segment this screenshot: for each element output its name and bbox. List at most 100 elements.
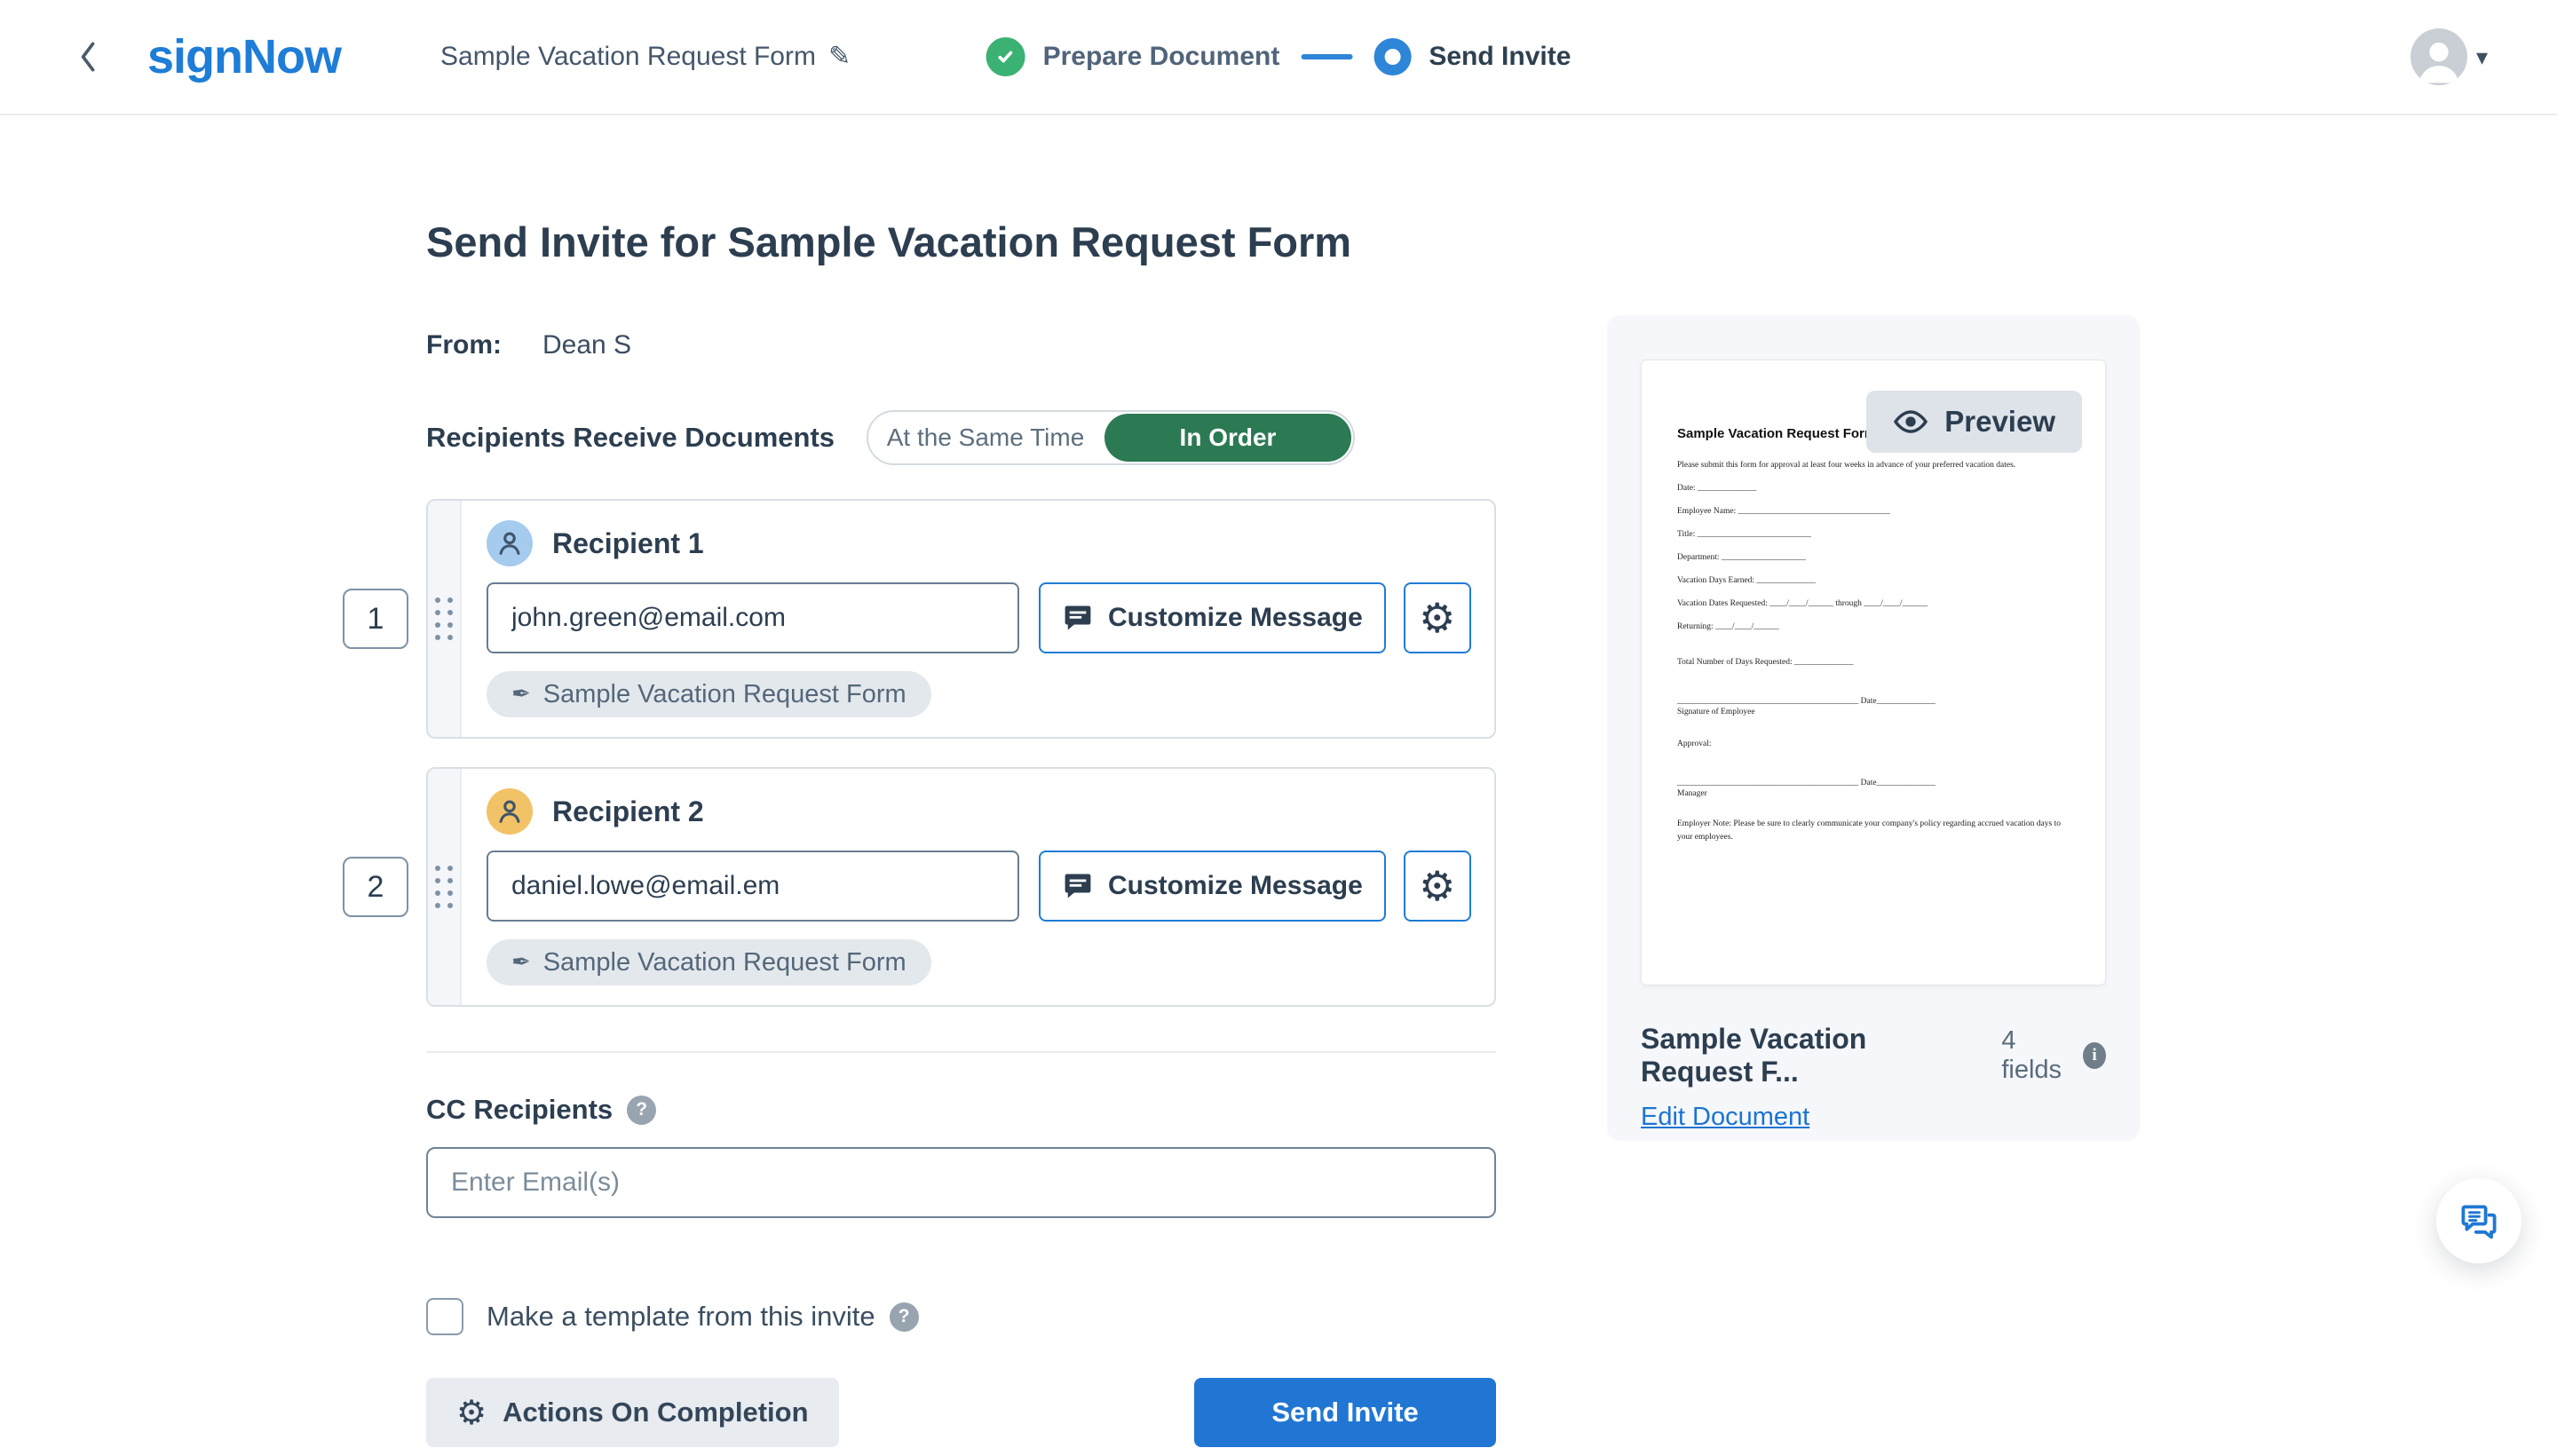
- mini-doc-line: Department: ____________________: [1677, 553, 2070, 562]
- recipient-name: Recipient 2: [552, 795, 704, 828]
- recipient-order-number: 2: [343, 857, 408, 917]
- step-complete-check-icon: [986, 37, 1025, 76]
- preview-button[interactable]: Preview: [1866, 391, 2082, 453]
- recipient-name: Recipient 1: [552, 527, 704, 560]
- mini-doc-line: Returning: ____/____/______: [1677, 622, 2070, 631]
- actions-on-completion-label: Actions On Completion: [503, 1397, 808, 1428]
- edit-pencil-icon[interactable]: ✎: [828, 44, 851, 70]
- recipient-avatar: [487, 788, 533, 835]
- recipient-avatar: [487, 520, 533, 566]
- recipient-settings-button[interactable]: ⚙: [1404, 851, 1471, 922]
- mini-doc-line: Approval:: [1677, 740, 2070, 748]
- recipient-settings-button[interactable]: ⚙: [1404, 582, 1471, 653]
- from-row: From: Dean S: [426, 330, 1496, 360]
- recipient-header: Recipient 1: [487, 520, 1471, 566]
- section-divider: [426, 1051, 1496, 1053]
- page-title: Send Invite for Sample Vacation Request …: [426, 218, 1496, 266]
- from-value: Dean S: [542, 330, 631, 360]
- drag-handle[interactable]: [428, 769, 462, 1005]
- send-invite-button[interactable]: Send Invite: [1194, 1378, 1496, 1447]
- receive-order-label: Recipients Receive Documents: [426, 422, 835, 454]
- mini-doc-line: Please submit this form for approval at …: [1677, 461, 2070, 470]
- recipient-input-row: Customize Message ⚙: [487, 851, 1471, 922]
- mini-doc-line: Date: ______________: [1677, 484, 2070, 493]
- cc-emails-input[interactable]: [426, 1147, 1496, 1218]
- document-title: Sample Vacation Request Form: [440, 42, 816, 72]
- help-icon[interactable]: ?: [890, 1302, 919, 1332]
- document-name: Sample Vacation Request F...: [1641, 1023, 1980, 1088]
- recipient-email-input[interactable]: [487, 851, 1019, 922]
- preview-label: Preview: [1944, 405, 2055, 439]
- make-template-checkbox[interactable]: [426, 1298, 463, 1335]
- recipient-header: Recipient 2: [487, 788, 1471, 835]
- mini-doc-line: Vacation Dates Requested: ____/____/____…: [1677, 599, 2070, 608]
- fields-count: 4 fields: [2001, 1026, 2072, 1085]
- step-prepare-document[interactable]: Prepare Document: [986, 37, 1280, 76]
- info-icon[interactable]: i: [2083, 1042, 2106, 1069]
- help-icon[interactable]: ?: [627, 1096, 656, 1125]
- person-icon: [495, 796, 525, 827]
- invite-form-column: Send Invite for Sample Vacation Request …: [426, 218, 1496, 1447]
- customize-message-button[interactable]: Customize Message: [1039, 582, 1386, 653]
- recipient-card: Recipient 1 Customize Message ⚙: [426, 499, 1496, 739]
- template-checkbox-row: Make a template from this invite ?: [426, 1298, 1496, 1335]
- account-menu[interactable]: ▾: [2411, 28, 2488, 85]
- recipient-card-1: 1 Recipient 1: [426, 499, 1496, 739]
- customize-message-label: Customize Message: [1108, 871, 1363, 901]
- recipient-card-body: Recipient 1 Customize Message ⚙: [462, 501, 1496, 737]
- recipient-card: Recipient 2 Customize Message ⚙: [426, 767, 1496, 1007]
- support-chat-button[interactable]: [2436, 1178, 2521, 1263]
- mini-doc-line: Manager: [1677, 789, 2070, 798]
- document-tag[interactable]: ✒ Sample Vacation Request Form: [487, 939, 931, 985]
- document-tag-label: Sample Vacation Request Form: [543, 680, 906, 709]
- cc-recipients-row: CC Recipients ?: [426, 1094, 1496, 1126]
- recipient-email-input[interactable]: [487, 582, 1019, 653]
- drag-handle[interactable]: [428, 501, 462, 737]
- signnow-logo[interactable]: signNow: [147, 29, 341, 84]
- document-tag[interactable]: ✒ Sample Vacation Request Form: [487, 671, 931, 717]
- main-content: Send Invite for Sample Vacation Request …: [0, 115, 2557, 1447]
- mini-doc-line: ________________________________________…: [1677, 697, 2070, 706]
- back-button[interactable]: [69, 30, 108, 83]
- edit-document-link[interactable]: Edit Document: [1641, 1103, 1809, 1132]
- recipient-card-2: 2 Recipient 2: [426, 767, 1496, 1007]
- make-template-label: Make a template from this invite: [487, 1301, 875, 1333]
- recipient-order-number: 1: [343, 589, 408, 649]
- step-label: Send Invite: [1429, 42, 1571, 72]
- customize-message-button[interactable]: Customize Message: [1039, 851, 1386, 922]
- document-tag-row: ✒ Sample Vacation Request Form: [487, 939, 1471, 985]
- top-bar: signNow Sample Vacation Request Form ✎ P…: [0, 0, 2557, 115]
- pen-nib-icon: ✒: [511, 683, 531, 706]
- chevron-left-icon: [79, 40, 99, 74]
- drag-dots-icon: [435, 866, 453, 908]
- receive-order-row: Recipients Receive Documents At the Same…: [426, 410, 1496, 465]
- mini-doc-line: Title: ___________________________: [1677, 530, 2070, 539]
- customize-message-label: Customize Message: [1108, 603, 1363, 633]
- mini-doc-line: ________________________________________…: [1677, 779, 2070, 787]
- gear-icon: ⚙: [1419, 597, 1455, 638]
- toggle-option-same-time[interactable]: At the Same Time: [868, 423, 1103, 452]
- mini-doc-line: Vacation Days Earned: ______________: [1677, 576, 2070, 585]
- order-toggle: At the Same Time In Order: [867, 410, 1355, 465]
- progress-stepper: Prepare Document Send Invite: [986, 37, 1571, 76]
- mini-doc-line: Employee Name: _________________________…: [1677, 507, 2070, 516]
- gear-icon: ⚙: [456, 1396, 487, 1429]
- chevron-down-icon: ▾: [2476, 44, 2488, 71]
- chat-bubbles-icon: [2458, 1199, 2500, 1242]
- cc-recipients-label: CC Recipients: [426, 1094, 613, 1126]
- toggle-option-in-order[interactable]: In Order: [1104, 414, 1351, 462]
- document-tag-label: Sample Vacation Request Form: [543, 948, 906, 977]
- mini-doc-line: Total Number of Days Requested: ________…: [1677, 658, 2070, 667]
- drag-dots-icon: [435, 597, 453, 640]
- footer-buttons-row: ⚙ Actions On Completion Send Invite: [426, 1378, 1496, 1447]
- recipient-input-row: Customize Message ⚙: [487, 582, 1471, 653]
- mini-doc-line: Signature of Employee: [1677, 708, 2070, 716]
- actions-on-completion-button[interactable]: ⚙ Actions On Completion: [426, 1378, 839, 1447]
- document-meta-row: Sample Vacation Request F... 4 fields i: [1641, 1023, 2106, 1088]
- mini-doc-note: Employer Note: Please be sure to clearly…: [1677, 818, 2070, 843]
- document-thumbnail[interactable]: Preview Sample Vacation Request Form Ple…: [1641, 360, 2106, 985]
- step-send-invite[interactable]: Send Invite: [1373, 38, 1571, 75]
- document-title-group: Sample Vacation Request Form ✎: [440, 42, 851, 72]
- message-icon: [1062, 870, 1094, 902]
- message-icon: [1062, 602, 1094, 634]
